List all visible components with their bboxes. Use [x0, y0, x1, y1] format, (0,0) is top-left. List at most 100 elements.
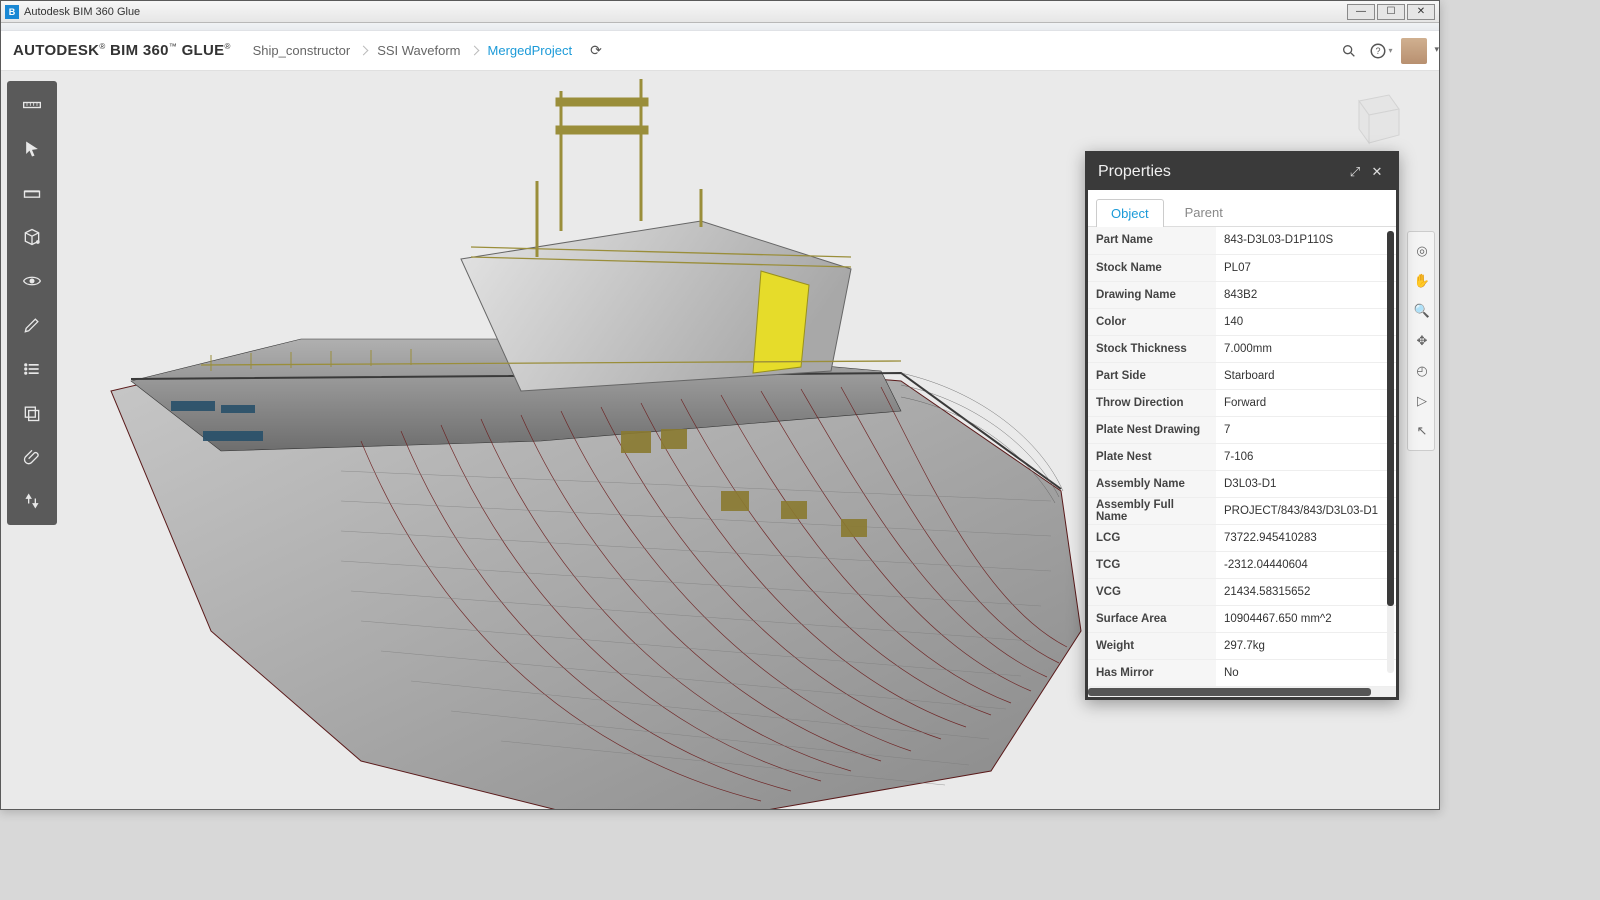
property-value: 73722.945410283	[1216, 524, 1396, 551]
properties-row: Has MirrorNo	[1088, 659, 1396, 686]
properties-body: Part Name843-D3L03-D1P110SStock NamePL07…	[1088, 227, 1396, 687]
properties-row: Drawing Name843B2	[1088, 281, 1396, 308]
search-icon[interactable]	[1335, 37, 1363, 65]
property-key: Has Mirror	[1088, 659, 1216, 686]
close-icon[interactable]: ✕	[1368, 163, 1386, 181]
minimize-button[interactable]: —	[1347, 4, 1375, 20]
breadcrumb-item-active[interactable]: MergedProject	[480, 43, 581, 58]
property-key: TCG	[1088, 551, 1216, 578]
breadcrumb: Ship_constructor SSI Waveform MergedProj…	[245, 43, 580, 58]
property-value: 843-D3L03-D1P110S	[1216, 227, 1396, 254]
layers-icon[interactable]	[7, 391, 57, 435]
properties-scrollbar[interactable]	[1387, 231, 1394, 673]
brand-logo: AUTODESK® BIM 360™ GLUE®	[13, 42, 231, 59]
property-key: Surface Area	[1088, 605, 1216, 632]
property-key: Part Side	[1088, 362, 1216, 389]
property-key: LCG	[1088, 524, 1216, 551]
chevron-right-icon	[359, 46, 369, 56]
properties-row: Stock Thickness7.000mm	[1088, 335, 1396, 362]
properties-row: Plate Nest7-106	[1088, 443, 1396, 470]
property-value: D3L03-D1	[1216, 470, 1396, 497]
property-value: 140	[1216, 308, 1396, 335]
app-header: AUTODESK® BIM 360™ GLUE® Ship_constructo…	[1, 31, 1439, 71]
cube-icon[interactable]	[7, 215, 57, 259]
properties-row: Plate Nest Drawing7	[1088, 416, 1396, 443]
properties-title: Properties	[1098, 163, 1171, 181]
cursor-icon[interactable]	[7, 127, 57, 171]
property-key: VCG	[1088, 578, 1216, 605]
property-key: Assembly Full Name	[1088, 497, 1216, 524]
breadcrumb-item[interactable]: SSI Waveform	[369, 43, 468, 58]
walk-icon[interactable]: ▷	[1408, 386, 1436, 416]
properties-row: Assembly NameD3L03-D1	[1088, 470, 1396, 497]
property-value: PL07	[1216, 254, 1396, 281]
property-value: Forward	[1216, 389, 1396, 416]
property-key: Stock Name	[1088, 254, 1216, 281]
properties-row: Surface Area10904467.650 mm^2	[1088, 605, 1396, 632]
property-value: 297.7kg	[1216, 632, 1396, 659]
property-key: Part Name	[1088, 227, 1216, 254]
look-icon[interactable]: ◴	[1408, 356, 1436, 386]
property-key: Drawing Name	[1088, 281, 1216, 308]
property-value: Starboard	[1216, 362, 1396, 389]
breadcrumb-item[interactable]: Ship_constructor	[245, 43, 359, 58]
application-window: B Autodesk BIM 360 Glue — ☐ ✕ AUTODESK® …	[0, 0, 1440, 810]
property-value: 7	[1216, 416, 1396, 443]
left-toolbar	[7, 81, 57, 525]
properties-row: Weight297.7kg	[1088, 632, 1396, 659]
refresh-icon[interactable]: ⟳	[590, 42, 602, 59]
close-button[interactable]: ✕	[1407, 4, 1435, 20]
property-value: 7.000mm	[1216, 335, 1396, 362]
property-value: No	[1216, 659, 1396, 686]
property-value: 21434.58315652	[1216, 578, 1396, 605]
window-title: Autodesk BIM 360 Glue	[24, 6, 140, 18]
main-body: ◎ ✋ 🔍 ✥ ◴ ▷ ↖ Properties ⤢ ✕ Object Pare…	[1, 71, 1439, 809]
svg-text:?: ?	[1376, 46, 1381, 56]
properties-table: Part Name843-D3L03-D1P110SStock NamePL07…	[1088, 227, 1396, 687]
zoom-icon[interactable]: 🔍	[1408, 296, 1436, 326]
property-value: -2312.04440604	[1216, 551, 1396, 578]
properties-row: Part SideStarboard	[1088, 362, 1396, 389]
property-key: Plate Nest Drawing	[1088, 416, 1216, 443]
window-titlebar[interactable]: B Autodesk BIM 360 Glue — ☐ ✕	[1, 1, 1439, 23]
user-avatar[interactable]	[1401, 38, 1427, 64]
properties-hscrollbar[interactable]	[1088, 687, 1396, 697]
section-icon[interactable]	[7, 171, 57, 215]
eye-icon[interactable]	[7, 259, 57, 303]
properties-panel: Properties ⤢ ✕ Object Parent Part Name84…	[1085, 151, 1399, 700]
property-key: Color	[1088, 308, 1216, 335]
ruler-icon[interactable]	[7, 83, 57, 127]
browser-tabs-strip	[1, 23, 1439, 31]
pen-icon[interactable]	[7, 303, 57, 347]
maximize-button[interactable]: ☐	[1377, 4, 1405, 20]
properties-row: Stock NamePL07	[1088, 254, 1396, 281]
properties-row: Assembly Full NamePROJECT/843/843/D3L03-…	[1088, 497, 1396, 524]
tab-parent[interactable]: Parent	[1170, 198, 1238, 226]
property-value: 7-106	[1216, 443, 1396, 470]
orbit-target-icon[interactable]: ◎	[1408, 236, 1436, 266]
app-icon: B	[5, 5, 19, 19]
properties-row: TCG-2312.04440604	[1088, 551, 1396, 578]
right-nav-toolbar: ◎ ✋ 🔍 ✥ ◴ ▷ ↖	[1407, 231, 1435, 451]
properties-row: Color140	[1088, 308, 1396, 335]
free-orbit-icon[interactable]: ✥	[1408, 326, 1436, 356]
list-icon[interactable]	[7, 347, 57, 391]
property-key: Weight	[1088, 632, 1216, 659]
properties-row: Throw DirectionForward	[1088, 389, 1396, 416]
chevron-right-icon	[469, 46, 479, 56]
view-cube[interactable]	[1339, 85, 1409, 155]
property-key: Stock Thickness	[1088, 335, 1216, 362]
help-icon[interactable]: ? ▾	[1367, 37, 1395, 65]
properties-row: Part Name843-D3L03-D1P110S	[1088, 227, 1396, 254]
property-value: 843B2	[1216, 281, 1396, 308]
select-nav-icon[interactable]: ↖	[1408, 416, 1436, 446]
sync-icon[interactable]	[7, 479, 57, 523]
properties-header[interactable]: Properties ⤢ ✕	[1088, 154, 1396, 190]
attach-icon[interactable]	[7, 435, 57, 479]
property-value: 10904467.650 mm^2	[1216, 605, 1396, 632]
tab-object[interactable]: Object	[1096, 199, 1164, 227]
properties-tabs: Object Parent	[1088, 190, 1396, 227]
expand-icon[interactable]: ⤢	[1346, 163, 1364, 181]
properties-row: VCG21434.58315652	[1088, 578, 1396, 605]
pan-icon[interactable]: ✋	[1408, 266, 1436, 296]
